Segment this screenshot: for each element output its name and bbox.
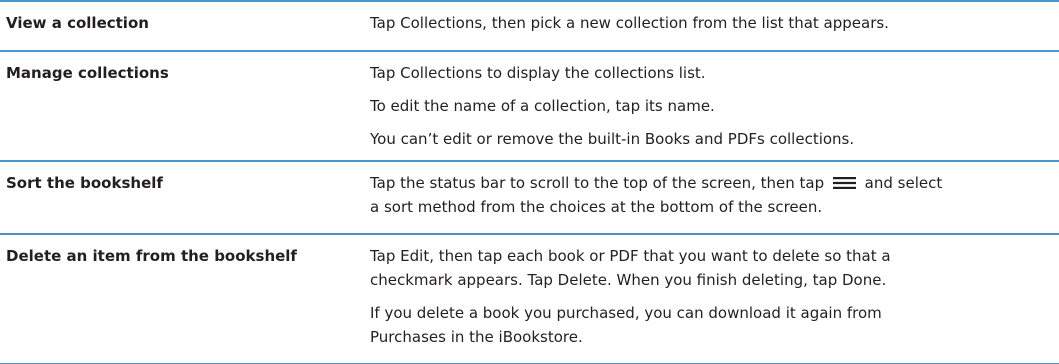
description-text: and select xyxy=(859,174,943,192)
description-text: Tap the status bar to scroll to the top … xyxy=(370,174,829,192)
description-line: To edit the name of a collection, tap it… xyxy=(370,97,715,115)
table-row: Delete an item from the bookshelf Tap Ed… xyxy=(0,233,1059,364)
table-row: Sort the bookshelf Tap the status bar to… xyxy=(0,160,1059,233)
table-row: View a collection Tap Collections, then … xyxy=(0,0,1059,50)
description-line: You can’t edit or remove the built-in Bo… xyxy=(370,130,855,148)
task-name: Manage collections xyxy=(6,64,169,82)
description-line: Tap Collections, then pick a new collect… xyxy=(370,14,889,32)
description-line: checkmark appears. Tap Delete. When you … xyxy=(370,271,887,289)
task-description: Tap Edit, then tap each book or PDF that… xyxy=(370,235,1059,363)
list-menu-icon xyxy=(832,177,856,189)
description-line: Purchases in the iBookstore. xyxy=(370,328,583,346)
description-line: If you delete a book you purchased, you … xyxy=(370,304,882,322)
description-line: a sort method from the choices at the bo… xyxy=(370,198,823,216)
task-name: Delete an item from the bookshelf xyxy=(6,247,297,265)
task-name: Sort the bookshelf xyxy=(6,174,163,192)
task-name: View a collection xyxy=(6,14,149,32)
task-description: Tap Collections, then pick a new collect… xyxy=(370,2,1059,50)
task-description: Tap Collections to display the collectio… xyxy=(370,52,1059,160)
description-line: Tap Collections to display the collectio… xyxy=(370,64,706,82)
task-description: Tap the status bar to scroll to the top … xyxy=(370,162,1059,233)
description-line: Tap the status bar to scroll to the top … xyxy=(370,171,1059,195)
table-row: Manage collections Tap Collections to di… xyxy=(0,50,1059,160)
description-line: Tap Edit, then tap each book or PDF that… xyxy=(370,247,891,265)
task-table: View a collection Tap Collections, then … xyxy=(0,0,1059,364)
